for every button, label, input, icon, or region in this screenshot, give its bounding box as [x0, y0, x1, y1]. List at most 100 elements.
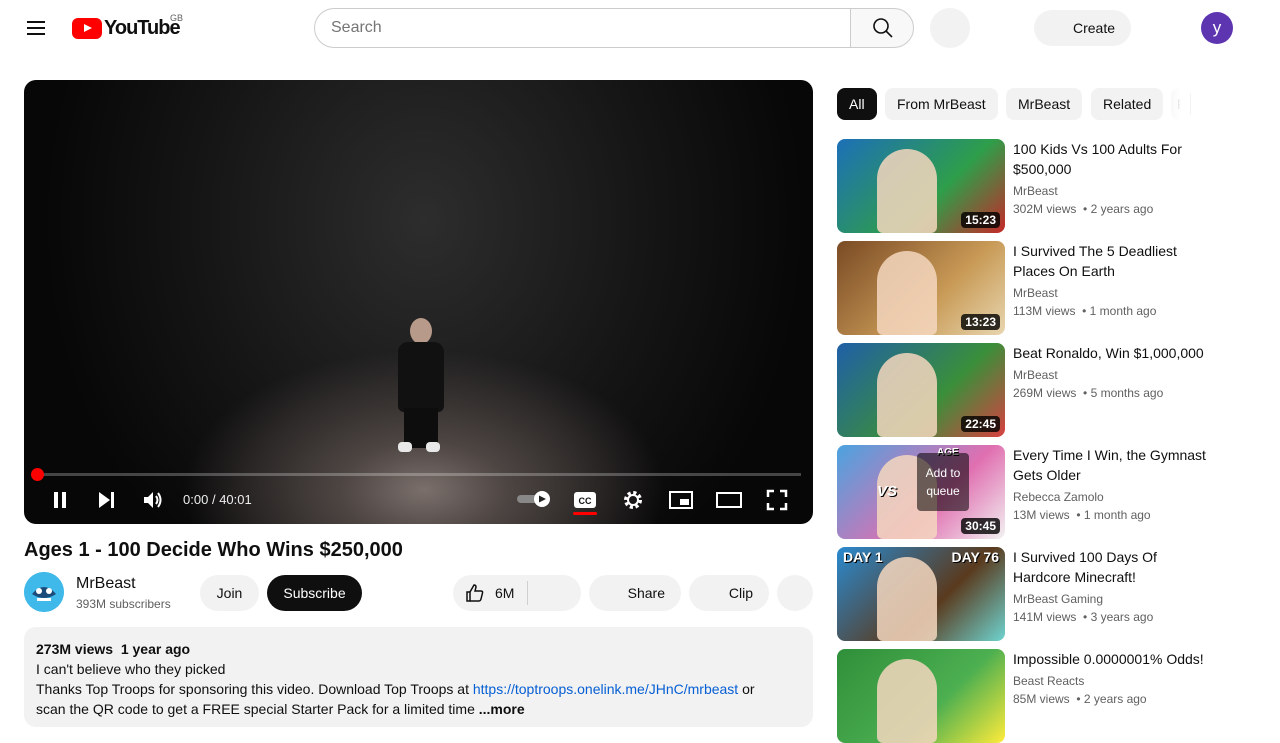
channel-logo-icon — [24, 572, 64, 612]
like-button[interactable]: 6M — [465, 583, 514, 603]
progress-bar[interactable] — [36, 473, 801, 476]
miniplayer-button[interactable] — [665, 488, 697, 512]
video-thumbnail[interactable]: 15:23 — [837, 139, 1005, 233]
meta-separator: • — [1076, 610, 1091, 624]
recommendation-title[interactable]: Impossible 0.0000001% Odds! — [1013, 649, 1213, 669]
captions-active-indicator — [573, 512, 597, 515]
thumbs-up-icon — [466, 584, 484, 602]
video-thumbnail[interactable]: 13:23 — [837, 241, 1005, 335]
chip-related[interactable]: Related — [1091, 88, 1164, 120]
recommendation-channel[interactable]: MrBeast — [1013, 368, 1058, 382]
create-label: Create — [1072, 20, 1115, 36]
recommendation-age: 2 years ago — [1083, 692, 1147, 706]
description-text: Thanks Top Troops for sponsoring this vi… — [36, 681, 473, 697]
settings-button[interactable] — [617, 488, 649, 512]
video-thumbnail[interactable]: DAY 1 DAY 76 — [837, 547, 1005, 641]
progress-scrubber[interactable] — [31, 468, 44, 481]
subscribe-button[interactable]: Subscribe — [267, 575, 362, 611]
recommendation-title[interactable]: 100 Kids Vs 100 Adults For $500,000 — [1013, 139, 1213, 179]
time-current: 0:00 — [183, 492, 209, 507]
menu-icon[interactable] — [24, 18, 48, 38]
create-button[interactable]: Create — [1034, 10, 1131, 46]
description-meta: 273M views 1 year ago — [36, 639, 801, 659]
recommendation-views: 13M views — [1013, 508, 1070, 522]
recommendation-meta: 141M views • 3 years ago — [1013, 610, 1153, 624]
recommendation-views: 141M views — [1013, 610, 1077, 624]
avatar-letter: y — [1212, 18, 1222, 37]
autoplay-icon — [517, 491, 550, 507]
search-icon — [873, 18, 893, 38]
account-avatar[interactable]: y — [1201, 12, 1233, 44]
presenter-shoe — [426, 442, 440, 452]
next-icon — [99, 492, 114, 508]
recommendation-views: 302M views — [1013, 202, 1077, 216]
recommendation-title[interactable]: I Survived The 5 Deadliest Places On Ear… — [1013, 241, 1213, 281]
recommendation-item[interactable]: Impossible 0.0000001% Odds! Beast Reacts 8… — [837, 649, 1217, 743]
recommendation-item[interactable]: 13:23 I Survived The 5 Deadliest Places O… — [837, 241, 1217, 335]
recommendation-item[interactable]: 22:45 Beat Ronaldo, Win $1,000,000 MrBeast… — [837, 343, 1217, 437]
chip-mrbeast[interactable]: MrBeast — [1006, 88, 1083, 120]
miniplayer-icon — [669, 491, 693, 509]
video-thumbnail[interactable]: AGEVSAdd to queue30:45 — [837, 445, 1005, 539]
captions-icon: CC — [574, 492, 596, 508]
recommendation-channel[interactable]: MrBeast — [1013, 184, 1058, 198]
sponsor-link[interactable]: https://toptroops.onelink.me/JHnC/mrbeas… — [473, 681, 738, 697]
subscribe-label: Subscribe — [283, 585, 346, 601]
meta-separator: • — [1076, 202, 1091, 216]
theater-mode-button[interactable] — [713, 488, 745, 512]
chip-all[interactable]: All — [837, 88, 877, 120]
fullscreen-button[interactable] — [761, 488, 793, 512]
next-button[interactable] — [90, 488, 122, 512]
logo-text: YouTube — [104, 17, 181, 39]
pause-button[interactable] — [44, 488, 76, 512]
search-input[interactable] — [331, 9, 851, 47]
volume-button[interactable] — [137, 488, 169, 512]
gear-icon — [624, 491, 642, 509]
clip-label: Clip — [728, 585, 753, 601]
recommendation-channel[interactable]: Beast Reacts — [1013, 674, 1084, 688]
recommendation-age: 5 months ago — [1090, 386, 1164, 400]
description-box[interactable]: 273M views 1 year ago I can't believe wh… — [24, 627, 813, 727]
channel-name[interactable]: MrBeast — [76, 575, 136, 593]
recommendation-channel[interactable]: Rebecca Zamolo — [1013, 490, 1104, 504]
pause-icon — [54, 492, 66, 508]
recommendation-item[interactable]: DAY 1 DAY 76 I Survived 100 Days Of Hardco… — [837, 547, 1217, 641]
clip-button[interactable]: Clip — [689, 575, 769, 611]
video-thumbnail[interactable] — [837, 649, 1005, 743]
view-count: 273M views — [36, 641, 114, 657]
description-line: scan the QR code to get a FREE special S… — [36, 699, 801, 719]
like-count: 6M — [495, 585, 515, 601]
thumbnail-label: DAY 1 — [843, 549, 883, 565]
recommendation-age: 1 month ago — [1083, 508, 1151, 522]
recommendation-channel[interactable]: MrBeast — [1013, 286, 1058, 300]
channel-avatar[interactable] — [24, 572, 64, 612]
meta-separator: • — [1076, 386, 1091, 400]
theater-icon — [716, 492, 742, 508]
recommendation-title[interactable]: Beat Ronaldo, Win $1,000,000 — [1013, 343, 1213, 363]
recommendation-meta: 85M views • 2 years ago — [1013, 692, 1147, 706]
recommendation-views: 113M views — [1013, 304, 1076, 318]
video-player[interactable]: 0:00 / 40:01 CC — [24, 80, 813, 524]
show-more-button[interactable]: ...more — [479, 701, 525, 717]
share-button[interactable]: Share — [589, 575, 681, 611]
presenter-figure — [410, 318, 432, 344]
recommendation-item[interactable]: AGEVSAdd to queue30:45Every Time I Win, … — [837, 445, 1217, 539]
video-thumbnail[interactable]: 22:45 — [837, 343, 1005, 437]
autoplay-toggle[interactable] — [517, 491, 551, 507]
more-actions-button[interactable] — [777, 575, 813, 611]
recommendation-title[interactable]: Every Time I Win, the Gymnast Gets Older — [1013, 445, 1213, 485]
recommendation-channel[interactable]: MrBeast Gaming — [1013, 592, 1103, 606]
chip-from-mrbeast[interactable]: From MrBeast — [885, 88, 998, 120]
search-button[interactable] — [850, 8, 914, 48]
add-to-queue-button[interactable]: Add to queue — [917, 453, 969, 511]
presenter-suit — [398, 342, 444, 412]
meta-separator: • — [1069, 692, 1084, 706]
voice-search-button[interactable] — [930, 8, 970, 48]
thumbnail-label: VS — [877, 483, 898, 500]
volume-icon — [144, 492, 162, 508]
captions-button[interactable]: CC — [569, 488, 601, 512]
recommendation-item[interactable]: 15:23 100 Kids Vs 100 Adults For $500,000… — [837, 139, 1217, 233]
join-button[interactable]: Join — [200, 575, 259, 611]
youtube-logo[interactable]: YouTube — [72, 17, 181, 40]
recommendation-title[interactable]: I Survived 100 Days Of Hardcore Minecraf… — [1013, 547, 1213, 587]
